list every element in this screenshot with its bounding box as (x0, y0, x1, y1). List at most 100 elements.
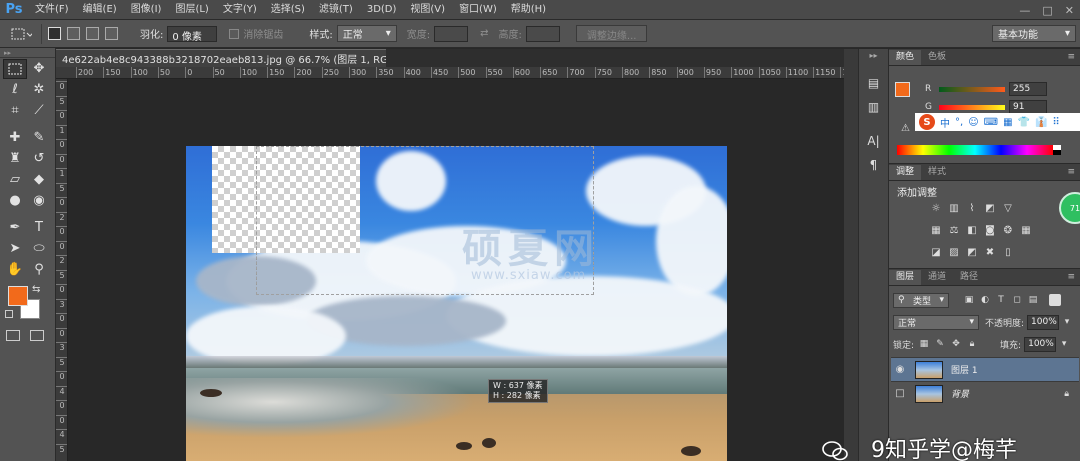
paint-bucket-tool-icon[interactable]: ◆ (27, 170, 51, 190)
black-white-swatch[interactable] (1053, 145, 1061, 155)
menu-help[interactable]: 帮助(H) (504, 0, 553, 20)
refine-edge-button[interactable]: 调整边缘... (575, 25, 648, 42)
color-spectrum-bar[interactable] (897, 145, 1053, 155)
blend-mode-select[interactable]: 正常 ▾ (893, 314, 979, 330)
zoom-tool-icon[interactable]: ⚲ (27, 260, 51, 280)
filter-shape-icon[interactable]: ◻ (1011, 294, 1023, 306)
lock-position-icon[interactable]: ✥ (950, 338, 962, 350)
maximize-button[interactable]: □ (1042, 4, 1052, 17)
threshold-icon[interactable]: ◩ (965, 246, 979, 258)
menu-view[interactable]: 视图(V) (403, 0, 452, 20)
filter-pixel-icon[interactable]: ▣ (963, 294, 975, 306)
selection-marquee[interactable] (256, 146, 594, 295)
properties-panel-icon[interactable]: ▥ (864, 97, 884, 117)
dodge-tool-icon[interactable]: ◉ (27, 191, 51, 211)
swap-colors-icon[interactable]: ⇆ (32, 284, 40, 295)
opacity-chevron-icon[interactable]: ▾ (1061, 316, 1073, 328)
levels-icon[interactable]: ▥ (947, 202, 961, 214)
hand-tool-icon[interactable]: ✋ (3, 260, 27, 280)
ime-keyboard-icon[interactable]: ⌨ (984, 117, 998, 128)
menu-edit[interactable]: 编辑(E) (76, 0, 124, 20)
dock-grip[interactable]: ▸▸ (864, 51, 884, 60)
pen-tool-icon[interactable]: ✒ (3, 218, 27, 238)
lasso-tool-icon[interactable]: ℓ (3, 80, 27, 100)
style-select[interactable]: 正常 ▾ (336, 25, 397, 42)
tab-paths[interactable]: 路径 (953, 270, 985, 285)
tool-preset-picker[interactable] (0, 23, 42, 44)
eyedropper-tool-icon[interactable]: ⟋ (27, 101, 51, 121)
photo-filter-icon[interactable]: ◙ (983, 224, 997, 236)
layer-row-background[interactable]: □ 背景 🔒︎ (891, 381, 1079, 405)
green-slider[interactable] (939, 104, 1005, 110)
tab-swatches[interactable]: 色板 (921, 50, 953, 65)
width-input[interactable] (434, 25, 469, 42)
ime-tools-icon[interactable]: ▦ (1003, 117, 1012, 128)
workspace-select[interactable]: 基本功能 ▾ (992, 25, 1076, 42)
filter-adjustment-icon[interactable]: ◐ (979, 294, 991, 306)
fill-chevron-icon[interactable]: ▾ (1058, 338, 1070, 350)
intersect-selection-button[interactable] (105, 27, 118, 40)
new-selection-button[interactable] (48, 27, 61, 40)
ime-punctuation[interactable]: °, (955, 117, 963, 128)
document-tab[interactable]: 4e622ab4e8c943388b3218702eaeb813.jpg @ 6… (56, 49, 439, 67)
ime-grid-icon[interactable]: ⠿ (1052, 117, 1059, 128)
menu-select[interactable]: 选择(S) (264, 0, 312, 20)
feather-input[interactable]: 0 像素 (167, 25, 218, 43)
blur-tool-icon[interactable]: ● (3, 191, 27, 211)
eraser-tool-icon[interactable]: ▱ (3, 170, 27, 190)
lock-pixels-icon[interactable]: ✎ (934, 338, 946, 350)
filter-type-icon[interactable]: T (995, 294, 1007, 306)
ime-emoji-icon[interactable]: ☺ (968, 117, 978, 128)
brush-tool-icon[interactable]: ✎ (27, 128, 51, 148)
fill-input[interactable]: 100% (1024, 336, 1057, 352)
history-panel-icon[interactable]: ▤ (864, 73, 884, 93)
beach-photo[interactable]: 硕夏网 www.sxiaw.com (186, 146, 727, 461)
vertical-scrollbar[interactable] (844, 49, 858, 461)
selective-color-icon[interactable]: ✖ (983, 246, 997, 258)
foreground-color-swatch[interactable] (8, 286, 28, 306)
tab-color[interactable]: 颜色 (889, 50, 922, 65)
status-badge[interactable]: 71 (1059, 192, 1080, 224)
menu-3d[interactable]: 3D(D) (360, 0, 404, 20)
healing-brush-tool-icon[interactable]: ✚ (3, 128, 27, 148)
hue-saturation-icon[interactable]: ▦ (929, 224, 943, 236)
filter-smart-object-icon[interactable]: ▤ (1027, 294, 1039, 306)
screen-mode-icon[interactable] (30, 330, 44, 341)
menu-image[interactable]: 图像(I) (124, 0, 169, 20)
lock-all-icon[interactable]: 🔒︎ (966, 338, 978, 350)
canvas-area[interactable]: 硕夏网 www.sxiaw.com W : 637 像素 H : 282 像素 (68, 79, 844, 461)
minimize-button[interactable]: — (1019, 4, 1030, 17)
eye-icon[interactable]: ◉ (891, 364, 909, 375)
ime-shirt-icon[interactable]: 👔 (1035, 117, 1047, 128)
ime-skin-icon[interactable]: 👕 (1018, 117, 1030, 128)
sogou-logo-icon[interactable]: S (919, 114, 935, 130)
tab-layers[interactable]: 图层 (889, 270, 922, 285)
brightness-icon[interactable]: ☼ (929, 202, 943, 214)
exposure-icon[interactable]: ◩ (983, 202, 997, 214)
tab-channels[interactable]: 通道 (921, 270, 953, 285)
tab-styles[interactable]: 样式 (921, 165, 953, 180)
type-tool-icon[interactable]: T (27, 218, 51, 238)
move-tool-icon[interactable]: ✥ (27, 59, 51, 79)
tab-adjustments[interactable]: 调整 (889, 165, 922, 180)
red-slider[interactable] (939, 86, 1005, 92)
color-lookup-icon[interactable]: ▦ (1019, 224, 1033, 236)
quick-mask-icon[interactable] (6, 330, 20, 341)
layer-filter-select[interactable]: ⚲ 类型 ▾ (893, 292, 949, 308)
horizontal-ruler[interactable]: 200 150 100 50 0 50 100 150 200 250 300 350 400 450 50… (56, 67, 844, 79)
panel-menu-icon[interactable]: ≡ (1067, 270, 1075, 285)
opacity-input[interactable]: 100% (1027, 314, 1060, 330)
antialias-checkbox[interactable] (229, 28, 240, 39)
filter-toggle-icon[interactable] (1049, 294, 1061, 306)
close-window-button[interactable]: ✕ (1065, 4, 1074, 17)
menu-file[interactable]: 文件(F) (28, 0, 76, 20)
path-selection-tool-icon[interactable]: ➤ (3, 239, 27, 259)
menu-window[interactable]: 窗口(W) (452, 0, 504, 20)
clone-stamp-tool-icon[interactable]: ♜ (3, 149, 27, 169)
red-value[interactable]: 255 (1009, 82, 1047, 96)
paragraph-panel-icon[interactable]: ¶ (864, 155, 884, 175)
ellipse-tool-icon[interactable]: ⬭ (27, 239, 51, 259)
swap-dimensions-icon[interactable]: ⇄ (480, 28, 488, 39)
green-value[interactable]: 91 (1009, 100, 1047, 114)
panel-menu-icon[interactable]: ≡ (1067, 50, 1075, 65)
